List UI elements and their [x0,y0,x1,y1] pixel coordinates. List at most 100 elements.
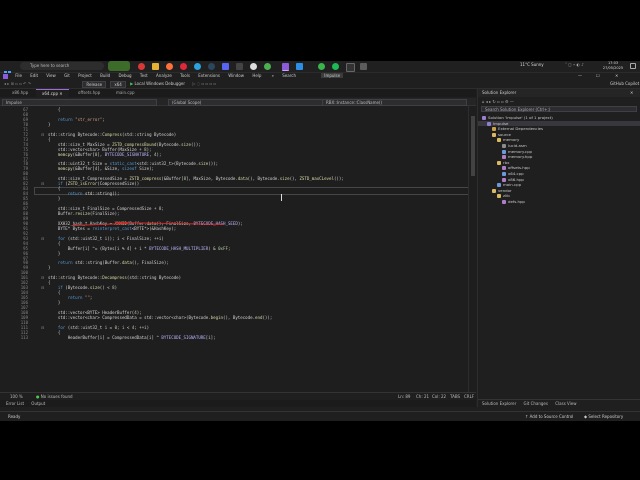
fold-toggle-icon[interactable]: ⊟ [41,275,44,280]
menu-project[interactable]: Project [78,73,92,78]
chrome-icon[interactable] [264,63,271,70]
menu-build[interactable]: Build [100,73,110,78]
start-debugging-button[interactable]: ▶ Local Windows Debugger [130,81,185,86]
code-line[interactable]: HeaderBuffer[i] = CompressedData[i] ^ BY… [48,335,216,340]
fold-toggle-icon[interactable]: ⊟ [41,325,44,330]
fold-toggle-icon[interactable]: ⊟ [41,285,44,290]
code-line[interactable]: return std::string(Buffer.data(), FinalS… [48,260,169,265]
add-source-control-button[interactable]: ↑ Add to Source Control [525,412,573,421]
tree-item[interactable]: memory [478,137,519,143]
opera-icon[interactable] [180,63,187,70]
menu-extensions[interactable]: Extensions [198,73,220,78]
project-dropdown[interactable]: Impulse [2,99,157,106]
menu-view[interactable]: View [46,73,56,78]
tab-x86-hpp[interactable]: x86.hpp [6,89,34,97]
tab-offsets-hpp[interactable]: offsets.hpp [72,89,106,97]
configuration-select[interactable]: Release [82,80,107,88]
tree-item[interactable]: Solution 'Impulse' (1 of 1 project) [478,115,553,120]
code-line[interactable]: memcpy(&Buffer[0], BYTECODE_SIGNATURE, 4… [48,152,162,157]
menu-git[interactable]: Git [64,73,70,78]
tree-item[interactable]: main.cpp [478,182,521,188]
tab-git-changes[interactable]: Git Changes [524,401,548,406]
code-line[interactable]: std::string Bytecode::Decompress(std::st… [48,275,181,280]
code-line[interactable]: } [48,300,60,305]
tab-error-list[interactable]: Error List [6,401,24,406]
code-line[interactable]: memcpy(&Buffer[4], &Size, sizeof Size); [48,166,154,171]
solution-explorer-toolbar[interactable]: ⌂ ◂ ▸ ↻ ▫ ▫ ⚙ — [478,98,640,105]
issues-label[interactable]: No issues found [41,394,73,399]
vscode-icon[interactable] [296,63,303,70]
menu-analyze[interactable]: Analyze [156,73,172,78]
panel-close-icon[interactable]: ✕ [630,89,633,97]
explorer-icon[interactable] [152,63,159,70]
window-close-button[interactable]: ✕ [615,73,618,79]
tree-item[interactable]: zlib [478,193,510,199]
code-line[interactable]: for (std::uint32_t i = 0; i < 4; ++i) [48,325,149,330]
tab-solution-explorer[interactable]: Solution Explorer [482,401,516,406]
menu-help[interactable]: Help [252,73,261,78]
code-line[interactable]: std::vector<char> CompressedData = std::… [48,315,272,320]
tab-class-view[interactable]: Class View [555,401,576,406]
solution-search-input[interactable]: Search Solution Explorer (Ctrl+;) [481,106,637,112]
tree-item[interactable]: Impulse [478,120,640,126]
github-icon[interactable] [250,63,257,70]
menu-tools[interactable]: Tools [180,73,190,78]
terminal-icon[interactable] [346,63,355,72]
tree-item[interactable]: vendor [478,188,512,193]
vertical-scrollbar[interactable] [468,106,476,392]
zoom-level[interactable]: 100 % [10,394,23,399]
nav-back-icon[interactable]: ◂ ▸ [4,81,11,86]
app-icon[interactable] [222,63,229,70]
code-line[interactable]: for (std::uint32_t i(); i < FinalSize; +… [48,236,164,241]
code-line[interactable]: std::string Bytecode::Compress(std::stri… [48,132,176,137]
copilot-label[interactable]: GitHub Copilot [610,80,639,88]
code-editor[interactable]: 67 68 69 70 71 72 73 74 75 76 77 78 79 80 81 82 83 84 85 86… [0,106,476,392]
menu-edit[interactable]: Edit [30,73,38,78]
code-line[interactable]: Buffer[i] ^= (Bytes[i % 4] + i * BYTECOD… [48,246,231,251]
tree-item[interactable]: defs.hpp [478,199,525,204]
menu-test[interactable]: Test [140,73,148,78]
code-line[interactable]: Buffer.resize(FinalSize); [48,211,120,216]
tree-item[interactable]: memory.cpp [478,149,532,154]
window-min-button[interactable]: — [578,73,582,79]
epic-icon[interactable] [236,63,243,70]
vpn-icon[interactable] [318,63,325,70]
code-line[interactable]: if (ZSTD_isError(CompressedSize)) [48,181,139,186]
clock[interactable]: 17:03 27/05/2025 [602,61,624,70]
weather-label[interactable]: 11°C Sunny [520,62,544,67]
vs-logo-icon[interactable] [3,73,8,79]
select-repository-button[interactable]: ◆ Select Repository [584,412,623,421]
tray-icons[interactable]: ˄ ◻ ⌁ ◐ ♪ [565,62,584,67]
fold-toggle-icon[interactable]: ⊟ [41,132,44,137]
close-icon[interactable]: ✕ [59,91,62,96]
tree-item[interactable]: External Dependencies [478,126,543,132]
tab-x64-cpp[interactable]: x64.cpp ✕ [36,89,69,98]
tree-item[interactable]: rbx [478,160,509,165]
code-line[interactable]: return "str_error"; [48,117,105,122]
taskbar-search-input[interactable]: Type here to search [20,62,104,70]
member-dropdown[interactable]: RBX::Instance::ClassName() [322,99,467,106]
notes-icon[interactable] [360,63,367,70]
telegram-icon[interactable] [194,63,201,70]
platform-select[interactable]: x64 [110,80,126,88]
firefox-icon[interactable] [166,63,173,70]
menu-search[interactable]: ⌕ Search [272,73,303,78]
fold-toggle-icon[interactable]: ⊟ [41,236,44,241]
browser-icon[interactable] [138,63,145,70]
toolbar-icons[interactable]: ⊞ ▫ ▫ ↶ ↷ [11,81,32,86]
spotify-icon[interactable] [332,63,339,70]
windows-start-icon[interactable] [4,63,11,78]
scrollbar-thumb[interactable] [471,116,475,176]
tree-item[interactable]: offsets.hpp [478,165,530,171]
code-line[interactable]: } [48,196,60,201]
indent-mode[interactable]: TABS [450,393,460,400]
visual-studio-icon[interactable] [282,63,289,71]
tree-item[interactable]: source [478,132,511,137]
line-ending[interactable]: CRLF [464,393,474,400]
tree-item[interactable]: x64.cpp [478,171,524,176]
menu-debug[interactable]: Debug [118,73,131,78]
code-line[interactable]: } [48,265,50,270]
tab-output[interactable]: Output [31,401,45,406]
menu-file[interactable]: File [15,73,22,78]
tree-item[interactable]: x86.hpp [478,177,524,182]
